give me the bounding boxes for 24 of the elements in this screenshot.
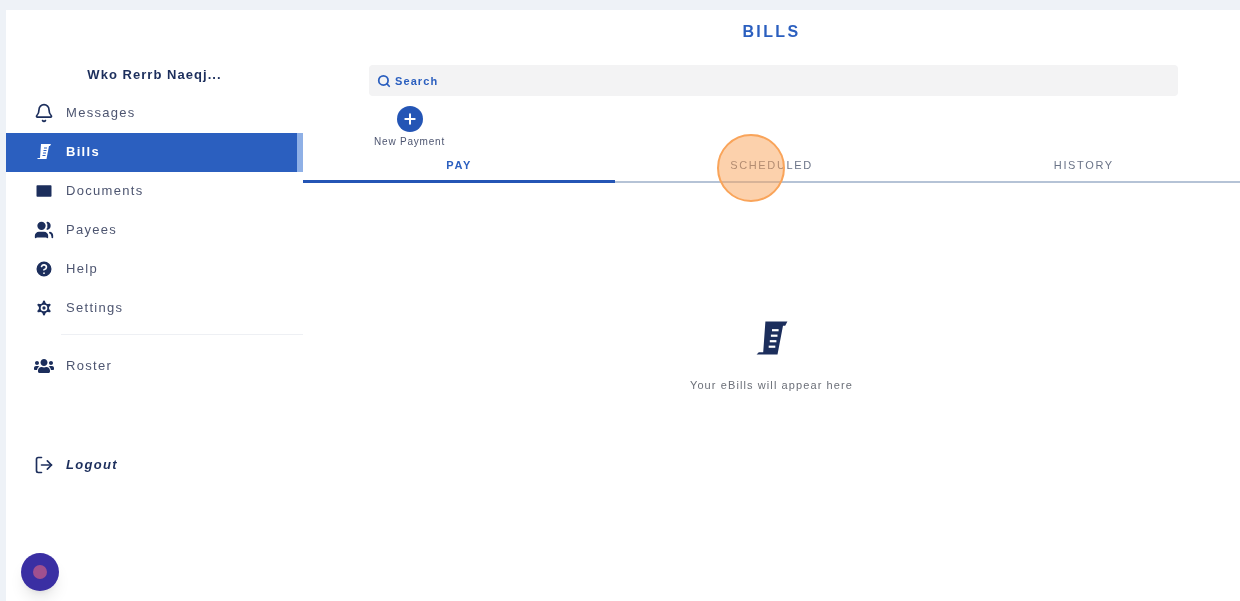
sidebar-item[interactable]: Messages — [6, 93, 303, 133]
sidebar-item[interactable]: Settings — [6, 288, 303, 328]
bell-icon — [34, 103, 54, 123]
sidebar-item[interactable]: Payees — [6, 210, 303, 250]
chat-button[interactable] — [21, 553, 59, 591]
sidebar-item[interactable]: Bills — [6, 132, 303, 172]
settings-icon — [34, 298, 54, 318]
new-payment-button[interactable]: New Payment — [374, 106, 446, 149]
user-name: Wko Rerrb Naeqj... — [86, 66, 223, 84]
plus-icon — [401, 111, 418, 127]
logout-link[interactable]: Logout — [6, 449, 118, 480]
users-icon — [34, 220, 54, 240]
logout-icon — [34, 454, 54, 475]
page-title: BILLS — [741, 22, 802, 42]
search-icon — [377, 74, 391, 88]
sidebar-item[interactable]: Documents — [6, 171, 303, 211]
tab[interactable]: PAY — [303, 157, 616, 183]
search-field[interactable]: Search — [369, 65, 1178, 96]
tab[interactable]: HISTORY — [927, 157, 1240, 183]
sidebar-item[interactable]: Help — [6, 249, 303, 289]
help-icon — [34, 259, 54, 279]
sidebar-item[interactable]: Roster — [6, 346, 303, 386]
group-icon — [34, 358, 54, 374]
empty-message: Your eBills will appear here — [689, 377, 854, 393]
